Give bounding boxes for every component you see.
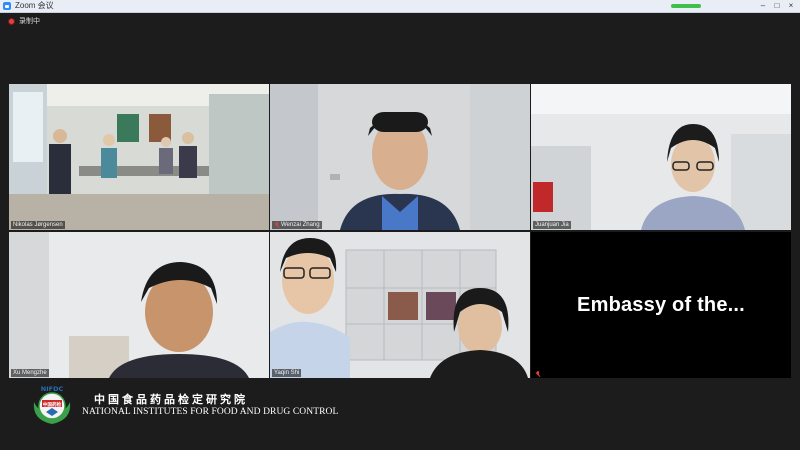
video-tile-participant-5[interactable]: Yaqin Shi — [270, 232, 530, 378]
mic-muted-icon — [274, 222, 279, 228]
emblem-text: NIFDC — [41, 385, 64, 393]
institute-chinese-name: 中国食品药品检定研究院 — [94, 393, 248, 406]
participant-video — [531, 84, 791, 230]
meeting-room-video — [9, 84, 269, 230]
emblem-subtext: 中国药检 — [43, 401, 62, 408]
network-signal-icon — [671, 4, 701, 8]
institute-english-name: NATIONAL INSTITUTES FOR FOOD AND DRUG CO… — [82, 407, 339, 417]
participant-name-tag: Juanjuan Jia — [533, 221, 571, 229]
participant-video — [270, 232, 530, 378]
participant-name-tag: Wenzai Zhang — [272, 221, 322, 229]
recording-indicator[interactable]: 录制中 — [8, 16, 40, 26]
maximize-icon[interactable]: □ — [770, 0, 784, 12]
nifdc-emblem-icon: 中国药检 NIFDC — [33, 385, 71, 424]
minimize-icon[interactable]: – — [756, 0, 770, 12]
participant-display-name: Embassy of the... — [577, 294, 745, 316]
zoom-window: Zoom 会议 – □ × 录制中 Nikolas Jørgensen Wenz… — [0, 0, 800, 450]
nifdc-logo: 中国药检 NIFDC 中国食品药品检定研究院 NATIONAL INSTITUT… — [28, 378, 388, 428]
participant-name-tag: Yaqin Shi — [272, 369, 302, 377]
participant-name: Xu Mengzhe — [13, 370, 47, 376]
participant-name: Nikolas Jørgensen — [13, 222, 63, 228]
video-tile-participant-6[interactable]: Embassy of the... — [531, 232, 791, 378]
record-icon — [8, 17, 15, 25]
video-tile-participant-1[interactable]: Nikolas Jørgensen — [9, 84, 269, 230]
participant-name-tag: Xu Mengzhe — [11, 369, 49, 377]
window-title: Zoom 会议 — [15, 1, 54, 10]
participant-video — [9, 232, 269, 378]
participant-name-tag — [533, 371, 544, 377]
video-tile-participant-2[interactable]: Wenzai Zhang — [270, 84, 530, 230]
participant-name: Yaqin Shi — [274, 370, 300, 376]
zoom-app-icon — [3, 2, 11, 10]
recording-label: 录制中 — [19, 18, 40, 25]
video-tile-participant-4[interactable]: Xu Mengzhe — [9, 232, 269, 378]
title-bar: Zoom 会议 – □ × — [0, 0, 800, 13]
participant-name: Juanjuan Jia — [535, 222, 569, 228]
participant-video — [270, 84, 530, 230]
participant-name: Wenzai Zhang — [281, 222, 320, 228]
mic-muted-icon — [535, 371, 540, 377]
video-tile-participant-3[interactable]: Juanjuan Jia — [531, 84, 791, 230]
participant-name-tag: Nikolas Jørgensen — [11, 221, 65, 229]
close-icon[interactable]: × — [784, 0, 798, 12]
